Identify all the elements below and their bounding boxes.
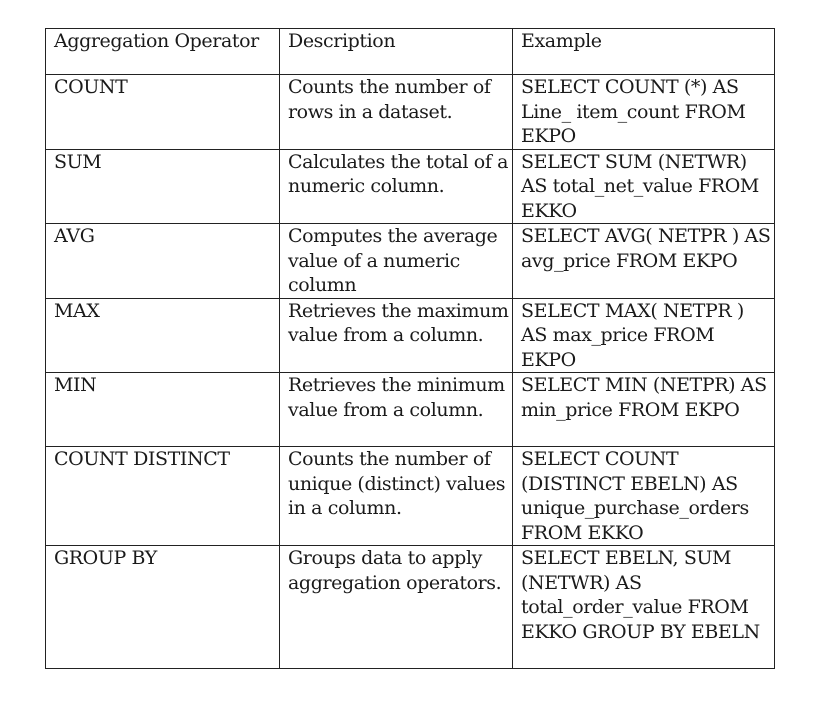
- example-cell: SELECT COUNT (*) AS Line_ item_count FRO…: [512, 74, 775, 150]
- header-description: Description: [279, 28, 513, 75]
- description-cell: Calculates the total of a numeric column…: [279, 148, 513, 224]
- table-header-row: Aggregation Operator Description Example: [45, 28, 775, 75]
- operator-cell: AVG: [45, 223, 280, 299]
- operator-cell: COUNT: [45, 74, 280, 150]
- example-cell: SELECT EBELN, SUM (NETWR) AS total_order…: [512, 545, 775, 669]
- table-row: GROUP BY Groups data to apply aggregatio…: [45, 545, 775, 669]
- example-cell: SELECT MAX( NETPR ) AS max_price FROM EK…: [512, 297, 775, 373]
- example-cell: SELECT SUM (NETWR) AS total_net_value FR…: [512, 148, 775, 224]
- description-cell: Retrieves the maximum value from a colum…: [279, 297, 513, 373]
- description-cell: Counts the number of unique (distinct) v…: [279, 446, 513, 546]
- description-cell: Retrieves the minimum value from a colum…: [279, 372, 513, 447]
- description-cell: Computes the average value of a numeric …: [279, 223, 513, 299]
- example-cell: SELECT COUNT (DISTINCT EBELN) AS unique_…: [512, 446, 775, 546]
- table-row: SUM Calculates the total of a numeric co…: [45, 148, 775, 224]
- operator-cell: MIN: [45, 372, 280, 447]
- table-row: COUNT DISTINCT Counts the number of uniq…: [45, 446, 775, 546]
- description-cell: Counts the number of rows in a dataset.: [279, 74, 513, 150]
- table-row: MAX Retrieves the maximum value from a c…: [45, 297, 775, 373]
- table-row: AVG Computes the average value of a nume…: [45, 223, 775, 299]
- operator-cell: COUNT DISTINCT: [45, 446, 280, 546]
- operator-cell: MAX: [45, 297, 280, 373]
- example-cell: SELECT MIN (NETPR) AS min_price FROM EKP…: [512, 372, 775, 447]
- table-row: MIN Retrieves the minimum value from a c…: [45, 372, 775, 447]
- aggregation-operators-table: Aggregation Operator Description Example…: [45, 28, 775, 669]
- operator-cell: GROUP BY: [45, 545, 280, 669]
- table-row: COUNT Counts the number of rows in a dat…: [45, 74, 775, 150]
- example-cell: SELECT AVG( NETPR ) AS avg_price FROM EK…: [512, 223, 775, 299]
- description-cell: Groups data to apply aggregation operato…: [279, 545, 513, 669]
- header-aggregation-operator: Aggregation Operator: [45, 28, 280, 75]
- operator-cell: SUM: [45, 148, 280, 224]
- header-example: Example: [512, 28, 775, 75]
